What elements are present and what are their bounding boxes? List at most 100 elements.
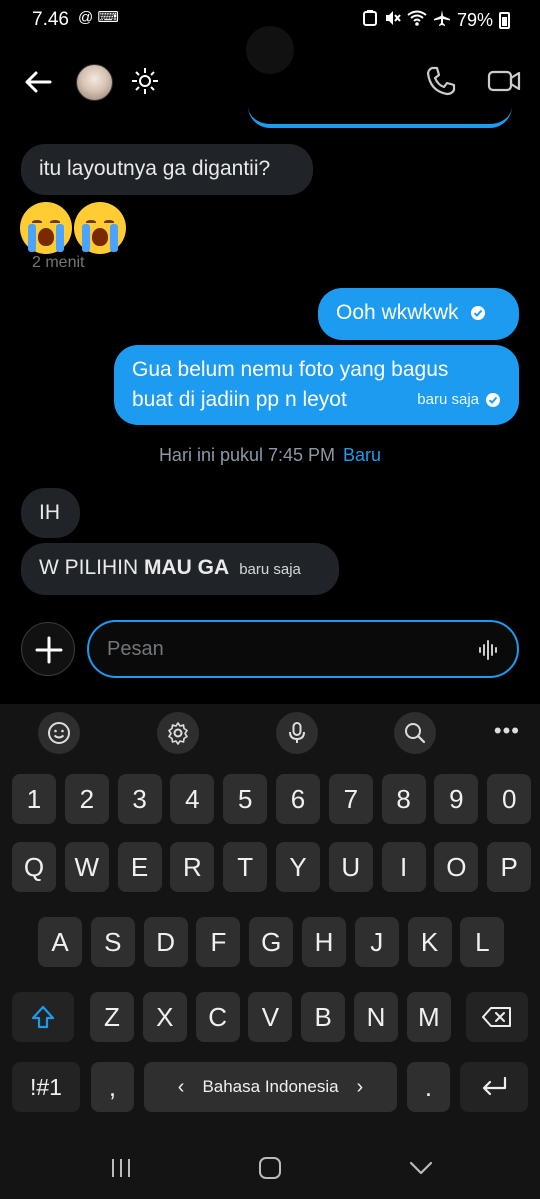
message-incoming[interactable]: itu layoutnya ga digantii?	[21, 144, 313, 195]
key-t[interactable]: T	[223, 842, 268, 892]
key-i[interactable]: I	[381, 842, 426, 892]
key-v[interactable]: V	[248, 992, 293, 1042]
message-input[interactable]	[107, 634, 467, 664]
message-outgoing[interactable]: Ooh wkwkwk	[318, 288, 519, 340]
back-button[interactable]	[20, 64, 56, 100]
key-k[interactable]: K	[407, 917, 452, 967]
key-b[interactable]: B	[301, 992, 346, 1042]
message-emoji[interactable]	[20, 202, 126, 254]
battery-icon	[499, 12, 510, 29]
call-button[interactable]	[424, 64, 458, 98]
message-incoming[interactable]: IH	[21, 488, 80, 538]
key-s[interactable]: S	[90, 917, 135, 967]
key-6[interactable]: 6	[276, 774, 320, 824]
home-button[interactable]	[255, 1156, 285, 1180]
key-8[interactable]: 8	[381, 774, 426, 824]
avatar[interactable]	[76, 64, 113, 101]
message-text-line: Gua belum nemu foto yang bagus	[132, 358, 449, 381]
video-call-button[interactable]	[486, 64, 522, 98]
key-g[interactable]: G	[249, 917, 294, 967]
message-timestamp: baru saja	[417, 391, 479, 408]
key-q[interactable]: Q	[12, 842, 56, 892]
key-0[interactable]: 0	[487, 774, 532, 824]
chevron-right-icon: ›	[356, 1075, 364, 1098]
key-1[interactable]: 1	[12, 774, 56, 824]
symbols-key[interactable]: !#1	[12, 1062, 80, 1112]
home-icon	[259, 1157, 281, 1179]
sparkle-icon[interactable]	[130, 66, 160, 96]
battery-percentage: 79%	[456, 10, 493, 30]
more-options-icon[interactable]: •••	[494, 718, 520, 744]
key-label: 9	[449, 783, 464, 814]
recent-apps-button[interactable]	[106, 1156, 136, 1180]
comma-key[interactable]: ,	[91, 1062, 134, 1112]
key-h[interactable]: H	[302, 917, 346, 967]
status-right-icons: 79%	[362, 9, 510, 32]
voice-message-icon[interactable]	[477, 638, 501, 662]
key-z[interactable]: Z	[90, 992, 134, 1042]
key-label: 7	[343, 783, 359, 814]
key-9[interactable]: 9	[434, 774, 479, 824]
phone-icon	[426, 66, 456, 96]
keyboard-search-button[interactable]	[394, 712, 436, 754]
key-3[interactable]: 3	[117, 774, 162, 824]
key-4[interactable]: 4	[170, 774, 215, 824]
key-e[interactable]: E	[117, 842, 162, 892]
keyboard-settings-button[interactable]	[157, 712, 199, 754]
key-c[interactable]: C	[195, 992, 240, 1042]
message-composer[interactable]	[87, 620, 519, 678]
comma-key-label: ,	[108, 1071, 117, 1102]
new-badge: Baru	[343, 445, 382, 465]
key-j[interactable]: J	[354, 917, 399, 967]
key-y[interactable]: Y	[276, 842, 320, 892]
key-label: U	[341, 851, 361, 882]
key-m[interactable]: M	[406, 992, 451, 1042]
key-l[interactable]: L	[460, 917, 505, 967]
recent-apps-icon	[112, 1159, 130, 1177]
microphone-icon	[289, 722, 305, 743]
sent-check-icon	[486, 393, 500, 407]
message-outgoing[interactable]: Gua belum nemu foto yang bagus buat di j…	[114, 345, 519, 425]
key-n[interactable]: N	[354, 992, 398, 1042]
key-label: B	[314, 1001, 332, 1032]
key-label: E	[130, 851, 149, 882]
key-r[interactable]: R	[170, 842, 215, 892]
key-label: Y	[289, 851, 307, 882]
key-d[interactable]: D	[143, 917, 188, 967]
message-incoming[interactable]: W PILIHIN MAU GA baru saja	[21, 543, 339, 595]
keyboard-toolbar: •••	[0, 704, 540, 760]
key-label: Q	[23, 851, 45, 882]
key-f[interactable]: F	[196, 917, 241, 967]
message-text: Ooh wkwkwk	[336, 301, 459, 324]
backspace-icon	[482, 1007, 511, 1027]
new-messages-divider: Hari ini pukul 7:45 PM Baru	[0, 445, 540, 466]
key-label: 4	[185, 783, 200, 814]
key-label: L	[475, 926, 490, 957]
voice-input-button[interactable]	[276, 712, 318, 754]
key-p[interactable]: P	[487, 842, 532, 892]
message-timestamp: baru saja	[239, 561, 301, 578]
period-key[interactable]: .	[407, 1062, 450, 1112]
enter-key[interactable]	[460, 1062, 528, 1112]
key-label: X	[156, 1001, 174, 1032]
key-2[interactable]: 2	[64, 774, 109, 824]
key-u[interactable]: U	[328, 842, 373, 892]
key-w[interactable]: W	[64, 842, 109, 892]
shift-key[interactable]	[12, 992, 74, 1042]
emoji-button[interactable]	[38, 712, 80, 754]
key-7[interactable]: 7	[328, 774, 373, 824]
back-nav-button[interactable]	[406, 1156, 436, 1180]
wifi-icon	[407, 10, 427, 31]
key-label: 6	[290, 783, 306, 814]
space-key[interactable]: ‹ Bahasa Indonesia ›	[144, 1062, 397, 1112]
arrow-left-icon	[25, 71, 52, 93]
key-5[interactable]: 5	[223, 774, 268, 824]
key-a[interactable]: A	[38, 917, 82, 967]
key-o[interactable]: O	[434, 842, 479, 892]
key-label: A	[51, 926, 69, 957]
system-navigation-bar	[0, 1140, 540, 1199]
key-x[interactable]: X	[142, 992, 187, 1042]
loudly-crying-face-emoji	[20, 202, 72, 254]
add-attachment-button[interactable]	[21, 622, 75, 676]
backspace-key[interactable]	[466, 992, 528, 1042]
